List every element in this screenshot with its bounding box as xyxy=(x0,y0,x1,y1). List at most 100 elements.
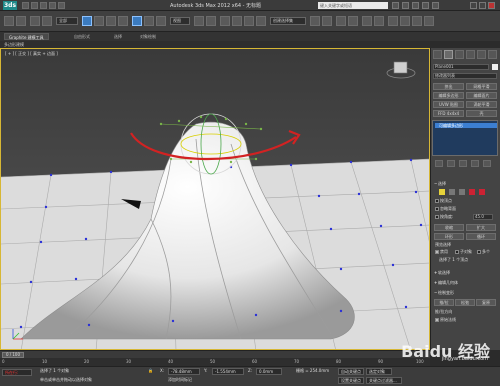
make-unique-icon[interactable] xyxy=(459,160,467,167)
viewport-scene[interactable] xyxy=(1,49,430,350)
app-logo[interactable]: 3ds xyxy=(3,1,17,10)
layer-manager-icon[interactable] xyxy=(336,16,346,26)
object-color-swatch[interactable] xyxy=(492,64,498,70)
element-mode-icon[interactable] xyxy=(479,189,485,195)
edge-mode-icon[interactable] xyxy=(449,189,455,195)
grow-button[interactable]: 扩大 xyxy=(466,224,496,231)
percent-snap-icon[interactable] xyxy=(244,16,254,26)
x-coordinate-field[interactable]: -78.48mm xyxy=(168,368,200,375)
display-tab-icon[interactable] xyxy=(477,50,486,59)
align-icon[interactable] xyxy=(322,16,332,26)
mirror-icon[interactable] xyxy=(310,16,320,26)
pin-stack-icon[interactable] xyxy=(435,160,443,167)
scale-icon[interactable] xyxy=(156,16,166,26)
tab-selection[interactable]: 选择 xyxy=(110,33,126,40)
by-vertex-option[interactable]: 按顶点 xyxy=(435,198,452,204)
edit-patch-button[interactable]: 编辑面片 xyxy=(466,92,497,99)
polygon-modeling-label[interactable]: 多边形建模 xyxy=(4,41,24,48)
utilities-tab-icon[interactable] xyxy=(488,50,497,59)
move-icon[interactable] xyxy=(132,16,142,26)
redo-icon[interactable] xyxy=(16,16,26,26)
preview-multi-option[interactable]: 多个 xyxy=(477,249,490,255)
relax-button[interactable]: 松弛 xyxy=(455,299,475,306)
unlink-icon[interactable] xyxy=(42,16,52,26)
edit-poly-button[interactable]: 编辑多边形 xyxy=(433,92,464,99)
configure-sets-icon[interactable] xyxy=(483,160,491,167)
material-editor-icon[interactable] xyxy=(388,16,398,26)
select-manipulate-icon[interactable] xyxy=(206,16,216,26)
lock-selection-icon[interactable]: 🔒 xyxy=(148,368,153,374)
favorites-icon[interactable] xyxy=(422,2,429,9)
modifier-stack[interactable]: 可编辑多边形 xyxy=(432,120,498,156)
uvw-map-button[interactable]: UVW 贴图 xyxy=(433,101,464,108)
link-icon[interactable] xyxy=(30,16,40,26)
search-input[interactable]: 键入关键字或短语 xyxy=(318,2,388,9)
time-slider[interactable]: 0 / 100 xyxy=(0,350,430,358)
save-file-icon[interactable] xyxy=(40,2,47,9)
track-bar[interactable]: 0 10 20 30 40 50 60 70 80 90 100 xyxy=(0,358,430,366)
paint-deformation-rollout[interactable]: −绘制变形 xyxy=(434,290,454,296)
window-crossing-icon[interactable] xyxy=(118,16,128,26)
y-coordinate-field[interactable]: -1.554mm xyxy=(212,368,244,375)
spinner-snap-icon[interactable] xyxy=(256,16,266,26)
ignore-backfacing-option[interactable]: 忽略背面 xyxy=(435,206,456,212)
by-angle-option[interactable]: 按角度: xyxy=(435,214,453,220)
edit-geometry-rollout[interactable]: +编辑几何体 xyxy=(434,280,458,286)
add-time-tag[interactable]: 添加时间标记 xyxy=(168,377,192,383)
loop-button[interactable]: 循环 xyxy=(466,233,496,240)
revert-button[interactable]: 复原 xyxy=(476,299,496,306)
rendered-frame-icon[interactable] xyxy=(412,16,422,26)
close-icon[interactable] xyxy=(488,2,495,9)
angle-snap-icon[interactable] xyxy=(232,16,242,26)
vertex-mode-icon[interactable] xyxy=(439,189,445,195)
preview-subobj-option[interactable]: 子对象 xyxy=(455,249,472,255)
border-mode-icon[interactable] xyxy=(459,189,465,195)
key-filters-button[interactable]: 关键点过滤器... xyxy=(366,377,402,384)
shell-button[interactable]: 壳 xyxy=(466,110,497,117)
modify-tab-icon[interactable] xyxy=(444,50,453,59)
graphite-toggle-icon[interactable] xyxy=(348,16,358,26)
selected-object-dropdown[interactable]: 选定对象 xyxy=(366,368,392,375)
subscription-icon[interactable] xyxy=(402,2,409,9)
hierarchy-tab-icon[interactable] xyxy=(455,50,464,59)
selection-set-dropdown[interactable]: 创建选择集 xyxy=(270,17,306,25)
motion-tab-icon[interactable] xyxy=(466,50,475,59)
maxscript-listener[interactable]: 所在行: xyxy=(2,369,32,376)
shrink-button[interactable]: 收缩 xyxy=(434,224,464,231)
extrude-button[interactable]: 挤出 xyxy=(433,83,464,90)
curve-editor-icon[interactable] xyxy=(362,16,372,26)
reference-coord-dropdown[interactable]: 视图 xyxy=(170,17,190,25)
polygon-mode-icon[interactable] xyxy=(469,189,475,195)
soft-selection-rollout[interactable]: +软选择 xyxy=(434,270,450,276)
tab-graphite[interactable]: Graphite 建模工具 xyxy=(4,33,49,40)
help-icon[interactable] xyxy=(432,2,439,9)
search-icon[interactable] xyxy=(392,2,399,9)
schematic-view-icon[interactable] xyxy=(374,16,384,26)
rotate-icon[interactable] xyxy=(144,16,154,26)
preview-off-option[interactable]: 禁用 xyxy=(435,249,448,255)
new-file-icon[interactable] xyxy=(22,2,29,9)
viewport-label[interactable]: [ + ] [ 正交 ] [ 真实 + 边面 ] xyxy=(5,51,58,57)
push-pull-button[interactable]: 推/拉 xyxy=(434,299,454,306)
select-object-icon[interactable] xyxy=(82,16,92,26)
undo-icon[interactable] xyxy=(4,16,14,26)
auto-key-button[interactable]: 自动关键点 xyxy=(338,368,364,375)
tab-object-paint[interactable]: 对象绘制 xyxy=(136,33,160,40)
selection-filter-dropdown[interactable]: 全部 xyxy=(56,17,78,25)
original-normals-option[interactable]: 原始法线 xyxy=(435,317,456,323)
rectangular-selection-icon[interactable] xyxy=(106,16,116,26)
communication-icon[interactable] xyxy=(412,2,419,9)
create-tab-icon[interactable] xyxy=(433,50,442,59)
undo-icon[interactable] xyxy=(49,2,56,9)
tab-freeform[interactable]: 自由形式 xyxy=(70,33,94,40)
object-name-field[interactable]: Plane001 xyxy=(433,64,489,70)
show-end-result-icon[interactable] xyxy=(447,160,455,167)
render-setup-icon[interactable] xyxy=(400,16,410,26)
ffd-button[interactable]: FFD 4x4x4 xyxy=(433,110,464,117)
redo-icon[interactable] xyxy=(58,2,65,9)
snap-toggle-icon[interactable] xyxy=(220,16,230,26)
meshsmooth-button[interactable]: 网格平滑 xyxy=(466,83,497,90)
set-key-button[interactable]: 设置关键点 xyxy=(338,377,364,384)
modifier-list-dropdown[interactable]: 修改器列表 xyxy=(433,73,497,79)
ring-button[interactable]: 环形 xyxy=(434,233,464,240)
